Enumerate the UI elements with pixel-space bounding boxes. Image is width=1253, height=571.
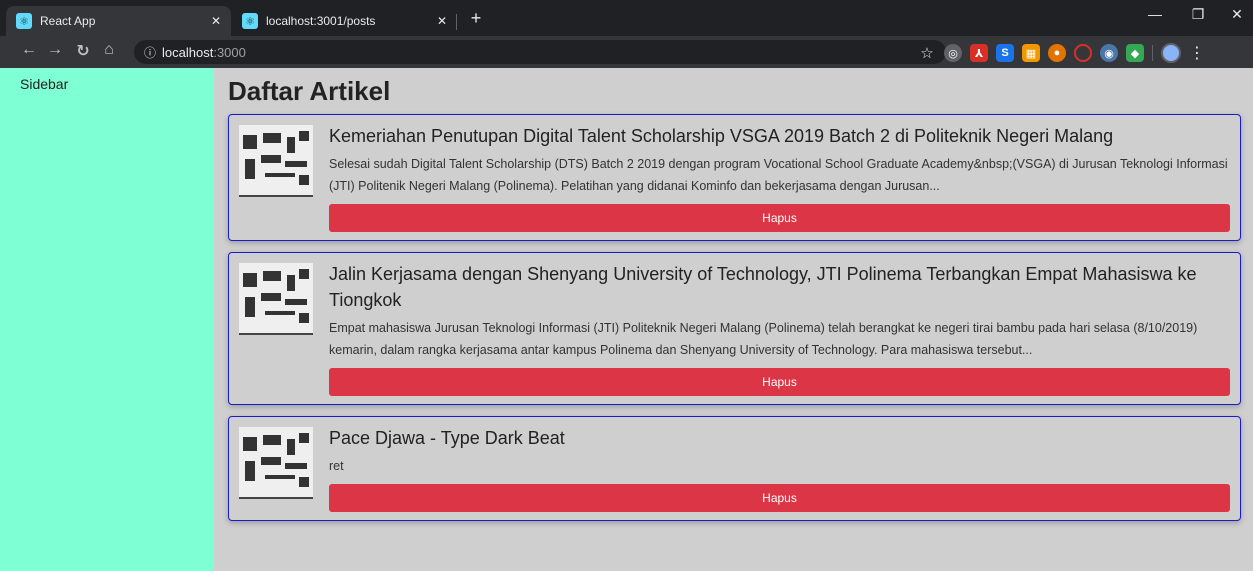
close-icon[interactable]: ✕ bbox=[211, 14, 221, 28]
address-host: localhost bbox=[162, 44, 214, 60]
tab-posts[interactable]: ⚛ localhost:3001/posts ✕ bbox=[232, 6, 457, 36]
article-title: Pace Djawa - Type Dark Beat bbox=[329, 428, 565, 448]
tab-react-app[interactable]: ⚛ React App ✕ bbox=[6, 6, 231, 36]
forward-icon[interactable]: → bbox=[44, 41, 66, 59]
s-extension-icon[interactable]: S bbox=[996, 44, 1014, 62]
calendar-extension-icon[interactable]: ▦ bbox=[1022, 44, 1040, 62]
article-title: Jalin Kerjasama dengan Shenyang Universi… bbox=[329, 264, 1197, 310]
delete-button[interactable]: Hapus bbox=[329, 484, 1230, 512]
info-icon[interactable]: ⓘ bbox=[144, 44, 156, 61]
article-card: Kemeriahan Penutupan Digital Talent Scho… bbox=[228, 114, 1241, 241]
record-extension-icon[interactable] bbox=[1074, 44, 1092, 62]
new-tab-icon[interactable]: + bbox=[464, 8, 488, 29]
article-excerpt: Selesai sudah Digital Talent Scholarship… bbox=[329, 157, 1228, 193]
article-excerpt: Empat mahasiswa Jurusan Teknologi Inform… bbox=[329, 321, 1198, 357]
browser-tab-strip: ⚛ React App ✕ ⚛ localhost:3001/posts ✕ +… bbox=[0, 0, 1253, 36]
close-icon[interactable]: ✕ bbox=[437, 14, 447, 28]
tab-separator bbox=[456, 14, 457, 30]
react-favicon-icon: ⚛ bbox=[242, 13, 258, 29]
address-bar[interactable]: ⓘ localhost:3000 bbox=[134, 40, 946, 64]
article-card: Pace Djawa - Type Dark Beat ret Hapus bbox=[228, 416, 1241, 521]
bookmark-star-icon[interactable]: ☆ bbox=[918, 44, 936, 62]
article-thumbnail bbox=[239, 263, 313, 335]
reload-icon[interactable]: ↻ bbox=[72, 41, 94, 61]
article-thumbnail bbox=[239, 427, 313, 499]
restore-icon[interactable]: ❐ bbox=[1183, 6, 1213, 23]
article-excerpt: ret bbox=[329, 459, 344, 473]
page-title: Daftar Artikel bbox=[228, 76, 391, 106]
profile-avatar-icon[interactable] bbox=[1161, 43, 1181, 63]
back-icon[interactable]: ← bbox=[18, 41, 40, 59]
toolbar-separator bbox=[1152, 45, 1153, 61]
pdf-extension-icon[interactable]: ⅄ bbox=[970, 44, 988, 62]
menu-dots-icon[interactable]: ⋮ bbox=[1189, 43, 1205, 63]
delete-button[interactable]: Hapus bbox=[329, 368, 1230, 396]
vk-extension-icon[interactable]: ◉ bbox=[1100, 44, 1118, 62]
tab-title: React App bbox=[40, 14, 96, 28]
main-content: Daftar Artikel Kemeriahan Penutupan Digi… bbox=[214, 68, 1253, 571]
react-favicon-icon: ⚛ bbox=[16, 13, 32, 29]
extension-icon[interactable]: ◎ bbox=[944, 44, 962, 62]
home-icon[interactable]: ⌂ bbox=[98, 41, 120, 59]
leaf-extension-icon[interactable]: ◆ bbox=[1126, 44, 1144, 62]
close-window-icon[interactable]: ✕ bbox=[1222, 6, 1252, 23]
sidebar-label: Sidebar bbox=[20, 76, 69, 92]
sidebar: Sidebar bbox=[0, 68, 214, 571]
minimize-icon[interactable]: — bbox=[1140, 6, 1170, 22]
extensions-area: ☆ ◎ ⅄ S ▦ ● ◉ ◆ ⋮ bbox=[918, 43, 1205, 63]
article-thumbnail bbox=[239, 125, 313, 197]
browser-toolbar: ← → ↻ ⌂ ⓘ localhost:3000 ☆ ◎ ⅄ S ▦ ● ◉ ◆… bbox=[0, 36, 1253, 68]
article-card: Jalin Kerjasama dengan Shenyang Universi… bbox=[228, 252, 1241, 405]
delete-button[interactable]: Hapus bbox=[329, 204, 1230, 232]
article-title: Kemeriahan Penutupan Digital Talent Scho… bbox=[329, 126, 1114, 146]
tab-title: localhost:3001/posts bbox=[266, 14, 376, 28]
cookie-extension-icon[interactable]: ● bbox=[1048, 44, 1066, 62]
address-port: :3000 bbox=[213, 44, 246, 60]
